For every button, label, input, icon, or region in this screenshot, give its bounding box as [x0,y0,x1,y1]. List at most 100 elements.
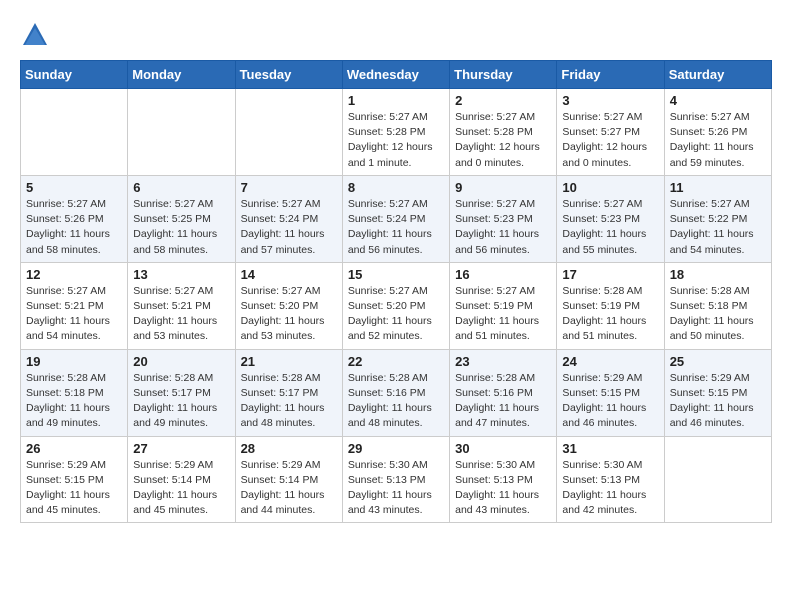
day-number: 3 [562,93,658,108]
calendar-cell: 31 Sunrise: 5:30 AMSunset: 5:13 PMDayligh… [557,436,664,523]
day-number: 20 [133,354,229,369]
day-info: Sunrise: 5:27 AMSunset: 5:19 PMDaylight:… [455,284,551,345]
calendar-cell: 3 Sunrise: 5:27 AMSunset: 5:27 PMDaylight… [557,89,664,176]
day-number: 11 [670,180,766,195]
day-number: 6 [133,180,229,195]
calendar-cell: 24 Sunrise: 5:29 AMSunset: 5:15 PMDayligh… [557,349,664,436]
calendar-week-row: 5 Sunrise: 5:27 AMSunset: 5:26 PMDaylight… [21,175,772,262]
day-info: Sunrise: 5:29 AMSunset: 5:15 PMDaylight:… [26,458,122,519]
day-number: 8 [348,180,444,195]
calendar-week-row: 12 Sunrise: 5:27 AMSunset: 5:21 PMDayligh… [21,262,772,349]
logo [20,20,54,50]
calendar-cell: 26 Sunrise: 5:29 AMSunset: 5:15 PMDayligh… [21,436,128,523]
calendar-cell: 18 Sunrise: 5:28 AMSunset: 5:18 PMDayligh… [664,262,771,349]
day-number: 1 [348,93,444,108]
day-number: 28 [241,441,337,456]
day-number: 15 [348,267,444,282]
calendar-cell: 16Sunrise: 5:27 AMSunset: 5:19 PMDayligh… [450,262,557,349]
day-info: Sunrise: 5:27 AMSunset: 5:28 PMDaylight:… [455,110,551,171]
weekday-header-saturday: Saturday [664,61,771,89]
day-info: Sunrise: 5:27 AMSunset: 5:22 PMDaylight:… [670,197,766,258]
calendar-cell: 9 Sunrise: 5:27 AMSunset: 5:23 PMDaylight… [450,175,557,262]
calendar-header-row: SundayMondayTuesdayWednesdayThursdayFrid… [21,61,772,89]
day-info: Sunrise: 5:27 AMSunset: 5:24 PMDaylight:… [348,197,444,258]
day-number: 19 [26,354,122,369]
calendar-cell: 29Sunrise: 5:30 AMSunset: 5:13 PMDayligh… [342,436,449,523]
day-number: 13 [133,267,229,282]
day-info: Sunrise: 5:27 AMSunset: 5:25 PMDaylight:… [133,197,229,258]
calendar-week-row: 1 Sunrise: 5:27 AMSunset: 5:28 PMDaylight… [21,89,772,176]
calendar-cell [128,89,235,176]
day-number: 7 [241,180,337,195]
weekday-header-sunday: Sunday [21,61,128,89]
day-number: 30 [455,441,551,456]
calendar-week-row: 26 Sunrise: 5:29 AMSunset: 5:15 PMDayligh… [21,436,772,523]
calendar-cell: 13Sunrise: 5:27 AMSunset: 5:21 PMDayligh… [128,262,235,349]
calendar-cell: 19 Sunrise: 5:28 AMSunset: 5:18 PMDayligh… [21,349,128,436]
day-number: 26 [26,441,122,456]
day-number: 22 [348,354,444,369]
day-number: 4 [670,93,766,108]
calendar-cell: 25Sunrise: 5:29 AMSunset: 5:15 PMDayligh… [664,349,771,436]
day-info: Sunrise: 5:27 AMSunset: 5:21 PMDaylight:… [26,284,122,345]
day-info: Sunrise: 5:29 AMSunset: 5:14 PMDaylight:… [241,458,337,519]
day-info: Sunrise: 5:28 AMSunset: 5:18 PMDaylight:… [670,284,766,345]
day-info: Sunrise: 5:30 AMSunset: 5:13 PMDaylight:… [348,458,444,519]
weekday-header-monday: Monday [128,61,235,89]
day-number: 27 [133,441,229,456]
calendar-cell: 7 Sunrise: 5:27 AMSunset: 5:24 PMDaylight… [235,175,342,262]
calendar-cell: 15Sunrise: 5:27 AMSunset: 5:20 PMDayligh… [342,262,449,349]
day-info: Sunrise: 5:30 AMSunset: 5:13 PMDaylight:… [562,458,658,519]
day-info: Sunrise: 5:27 AMSunset: 5:27 PMDaylight:… [562,110,658,171]
calendar-cell: 1 Sunrise: 5:27 AMSunset: 5:28 PMDaylight… [342,89,449,176]
day-number: 14 [241,267,337,282]
day-number: 24 [562,354,658,369]
calendar-cell: 28 Sunrise: 5:29 AMSunset: 5:14 PMDayligh… [235,436,342,523]
calendar-cell: 5 Sunrise: 5:27 AMSunset: 5:26 PMDaylight… [21,175,128,262]
day-number: 31 [562,441,658,456]
calendar-cell: 22 Sunrise: 5:28 AMSunset: 5:16 PMDayligh… [342,349,449,436]
day-info: Sunrise: 5:27 AMSunset: 5:23 PMDaylight:… [455,197,551,258]
calendar-cell: 30 Sunrise: 5:30 AMSunset: 5:13 PMDayligh… [450,436,557,523]
calendar-cell: 8 Sunrise: 5:27 AMSunset: 5:24 PMDaylight… [342,175,449,262]
day-number: 23 [455,354,551,369]
day-info: Sunrise: 5:29 AMSunset: 5:15 PMDaylight:… [670,371,766,432]
calendar-cell [21,89,128,176]
day-number: 12 [26,267,122,282]
weekday-header-friday: Friday [557,61,664,89]
day-info: Sunrise: 5:28 AMSunset: 5:17 PMDaylight:… [241,371,337,432]
weekday-header-thursday: Thursday [450,61,557,89]
day-number: 18 [670,267,766,282]
calendar-cell [664,436,771,523]
calendar-cell: 20 Sunrise: 5:28 AMSunset: 5:17 PMDayligh… [128,349,235,436]
calendar-week-row: 19 Sunrise: 5:28 AMSunset: 5:18 PMDayligh… [21,349,772,436]
day-info: Sunrise: 5:28 AMSunset: 5:19 PMDaylight:… [562,284,658,345]
calendar-cell: 27Sunrise: 5:29 AMSunset: 5:14 PMDayligh… [128,436,235,523]
day-info: Sunrise: 5:27 AMSunset: 5:20 PMDaylight:… [241,284,337,345]
day-info: Sunrise: 5:28 AMSunset: 5:16 PMDaylight:… [348,371,444,432]
day-info: Sunrise: 5:27 AMSunset: 5:28 PMDaylight:… [348,110,444,171]
day-info: Sunrise: 5:28 AMSunset: 5:17 PMDaylight:… [133,371,229,432]
day-number: 9 [455,180,551,195]
day-info: Sunrise: 5:30 AMSunset: 5:13 PMDaylight:… [455,458,551,519]
calendar-cell [235,89,342,176]
logo-icon [20,20,50,50]
day-info: Sunrise: 5:27 AMSunset: 5:26 PMDaylight:… [670,110,766,171]
page-header [20,20,772,50]
calendar-cell: 12 Sunrise: 5:27 AMSunset: 5:21 PMDayligh… [21,262,128,349]
day-info: Sunrise: 5:28 AMSunset: 5:18 PMDaylight:… [26,371,122,432]
day-info: Sunrise: 5:27 AMSunset: 5:23 PMDaylight:… [562,197,658,258]
weekday-header-tuesday: Tuesday [235,61,342,89]
calendar-cell: 10 Sunrise: 5:27 AMSunset: 5:23 PMDayligh… [557,175,664,262]
calendar-cell: 14 Sunrise: 5:27 AMSunset: 5:20 PMDayligh… [235,262,342,349]
day-info: Sunrise: 5:28 AMSunset: 5:16 PMDaylight:… [455,371,551,432]
day-number: 2 [455,93,551,108]
day-info: Sunrise: 5:27 AMSunset: 5:24 PMDaylight:… [241,197,337,258]
day-info: Sunrise: 5:29 AMSunset: 5:15 PMDaylight:… [562,371,658,432]
calendar-cell: 17Sunrise: 5:28 AMSunset: 5:19 PMDayligh… [557,262,664,349]
day-number: 5 [26,180,122,195]
day-number: 10 [562,180,658,195]
day-number: 21 [241,354,337,369]
day-info: Sunrise: 5:27 AMSunset: 5:26 PMDaylight:… [26,197,122,258]
calendar-cell: 4 Sunrise: 5:27 AMSunset: 5:26 PMDaylight… [664,89,771,176]
